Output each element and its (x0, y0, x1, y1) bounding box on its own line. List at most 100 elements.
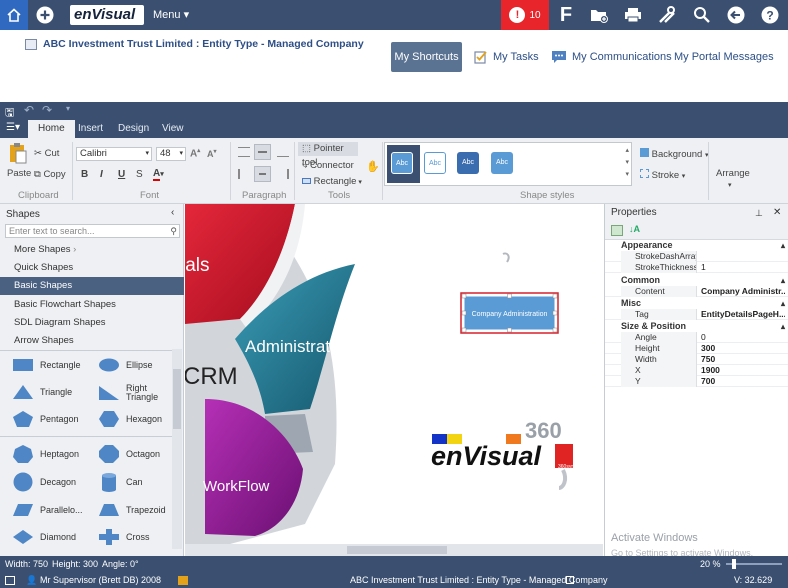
window-icon[interactable] (566, 576, 574, 584)
prop-section-size-position[interactable]: Size & Position ▴ (605, 321, 788, 332)
font-size-select[interactable]: 48 ▾ (156, 147, 186, 161)
undo-icon[interactable]: ↶ (24, 103, 34, 117)
scroll-thumb[interactable] (347, 546, 447, 554)
redo-icon[interactable]: ↷ (42, 103, 52, 117)
background-button[interactable]: Background ▾ (640, 148, 709, 160)
diagram-canvas[interactable]: ials Administration CRM WorkFlow 360 enV… (185, 204, 603, 556)
cut-button[interactable]: ✂ Cut (34, 148, 59, 159)
shape-pentagon[interactable]: Pentagon (12, 411, 79, 427)
app-menu-icon[interactable]: ☰▾ (6, 122, 20, 133)
print-icon[interactable] (620, 0, 646, 30)
category-basic-shapes[interactable]: Basic Shapes (0, 277, 184, 295)
shapes-scrollbar[interactable] (172, 349, 182, 549)
pin-icon[interactable]: ⊥ (755, 204, 763, 222)
align-top-button[interactable] (238, 147, 250, 157)
shape-diamond[interactable]: Diamond (12, 529, 76, 545)
add-icon[interactable] (33, 0, 57, 30)
zoom-slider-thumb[interactable] (732, 559, 736, 569)
alerts-button[interactable]: ! 10 (501, 0, 549, 30)
prop-row[interactable]: Content Company Administr... (605, 286, 788, 297)
shape-cross[interactable]: Cross (98, 529, 150, 545)
category-basic-flowchart[interactable]: Basic Flowchart Shapes (0, 296, 184, 314)
prop-row[interactable]: StrokeThickness 1 (605, 262, 788, 273)
align-left-button[interactable] (238, 169, 250, 179)
shape-parallelogram[interactable]: Parallelo... (12, 502, 83, 518)
shape-right-triangle[interactable]: Right Triangle (98, 384, 164, 402)
prop-row[interactable]: Angle 0 (605, 332, 788, 343)
search-icon[interactable] (689, 0, 715, 30)
arrange-button[interactable]: Arrange ▾ (716, 168, 750, 190)
my-tasks-button[interactable]: My Tasks (474, 42, 539, 72)
shrink-font-button[interactable]: A▾ (207, 148, 217, 159)
prop-row[interactable]: X 1900 (605, 365, 788, 376)
customize-icon[interactable]: ▾ (66, 104, 70, 113)
category-more-shapes[interactable]: More Shapes › (0, 241, 184, 259)
pointer-tool-button[interactable]: ⬚ Pointer tool (298, 142, 358, 168)
italic-button[interactable]: I (100, 169, 103, 180)
canvas-h-scrollbar[interactable] (185, 544, 603, 556)
prop-section-appearance[interactable]: Appearance ▴ (605, 240, 788, 251)
prop-row[interactable]: Height 300 (605, 343, 788, 354)
align-right-button[interactable] (277, 169, 289, 179)
shape-style-2[interactable]: Abc (424, 152, 446, 174)
strikethrough-button[interactable]: S (136, 169, 143, 180)
shape-rectangle[interactable]: Rectangle (12, 357, 81, 373)
shape-triangle[interactable]: Triangle (12, 384, 72, 400)
shape-style-1[interactable]: Abc (391, 152, 413, 174)
shape-octagon[interactable]: Octagon (98, 445, 160, 463)
tab-view[interactable]: View (152, 120, 194, 138)
shape-search-input[interactable]: Enter text to search... ⚲ (5, 224, 180, 238)
shape-decagon[interactable]: Decagon (12, 472, 76, 492)
breadcrumb[interactable]: ABC Investment Trust Limited : Entity Ty… (25, 38, 364, 50)
category-arrow-shapes[interactable]: Arrow Shapes (0, 332, 184, 350)
back-icon[interactable] (723, 0, 749, 30)
rectangle-tool-button[interactable]: Rectangle ▾ (302, 176, 362, 187)
underline-button[interactable]: U (118, 169, 125, 180)
shape-heptagon[interactable]: Heptagon (12, 445, 79, 463)
categorized-icon[interactable] (611, 225, 623, 236)
envisual-logo[interactable]: enVisual (70, 5, 144, 25)
shape-can[interactable]: Can (98, 473, 143, 492)
font-family-select[interactable]: Calibri ▾ (76, 147, 152, 161)
align-center-button[interactable] (254, 166, 271, 182)
prop-section-common[interactable]: Common ▴ (605, 275, 788, 286)
prop-row[interactable]: StrokeDashArray (605, 251, 788, 262)
connector-tool-button[interactable]: ⤷ Connector (302, 160, 354, 171)
my-communications-button[interactable]: My Communications (551, 42, 672, 72)
grow-font-button[interactable]: A▴ (190, 147, 200, 159)
menu-button[interactable]: Menu ▾ (153, 0, 189, 30)
paste-button[interactable]: Paste (7, 142, 31, 179)
sort-az-icon[interactable]: ↓A (629, 224, 640, 234)
scroll-thumb[interactable] (173, 369, 181, 429)
status-user[interactable]: Mr Supervisor (Brett DB) 2008 (40, 575, 161, 585)
align-bottom-button[interactable] (277, 147, 289, 157)
category-quick-shapes[interactable]: Quick Shapes (0, 259, 184, 277)
f-icon[interactable]: F (553, 0, 579, 30)
tab-insert[interactable]: Insert (68, 120, 113, 138)
align-middle-button[interactable] (254, 144, 271, 160)
pan-icon[interactable]: ✋ (366, 160, 380, 173)
stroke-button[interactable]: Stroke ▾ (640, 169, 685, 181)
close-icon[interactable]: ✕ (773, 204, 781, 222)
shape-ellipse[interactable]: Ellipse (98, 357, 153, 373)
my-portal-messages-button[interactable]: My Portal Messages (674, 42, 774, 72)
shape-style-3[interactable]: Abc (457, 152, 479, 174)
home-icon[interactable] (0, 0, 28, 30)
copy-button[interactable]: ⧉ Copy (34, 169, 66, 180)
help-icon[interactable]: ? (757, 0, 783, 30)
folder-add-icon[interactable] (586, 0, 612, 30)
shape-style-4[interactable]: Abc (491, 152, 513, 174)
gallery-scroll[interactable]: ▴ ▾ ▾ (625, 145, 629, 181)
prop-section-misc[interactable]: Misc ▴ (605, 298, 788, 309)
prop-row[interactable]: Tag EntityDetailsPageH... (605, 309, 788, 320)
shape-trapezoid[interactable]: Trapezoid (98, 502, 166, 518)
bold-button[interactable]: B (81, 169, 88, 180)
zoom-slider[interactable] (726, 559, 782, 569)
collapse-icon[interactable]: ‹ (171, 207, 174, 218)
category-sdl-diagram[interactable]: SDL Diagram Shapes (0, 314, 184, 332)
my-shortcuts-button[interactable]: My Shortcuts (391, 42, 462, 72)
tools-icon[interactable] (654, 0, 680, 30)
prop-row[interactable]: Width 750 (605, 354, 788, 365)
shape-hexagon[interactable]: Hexagon (98, 411, 162, 427)
prop-row[interactable]: Y 700 (605, 376, 788, 387)
